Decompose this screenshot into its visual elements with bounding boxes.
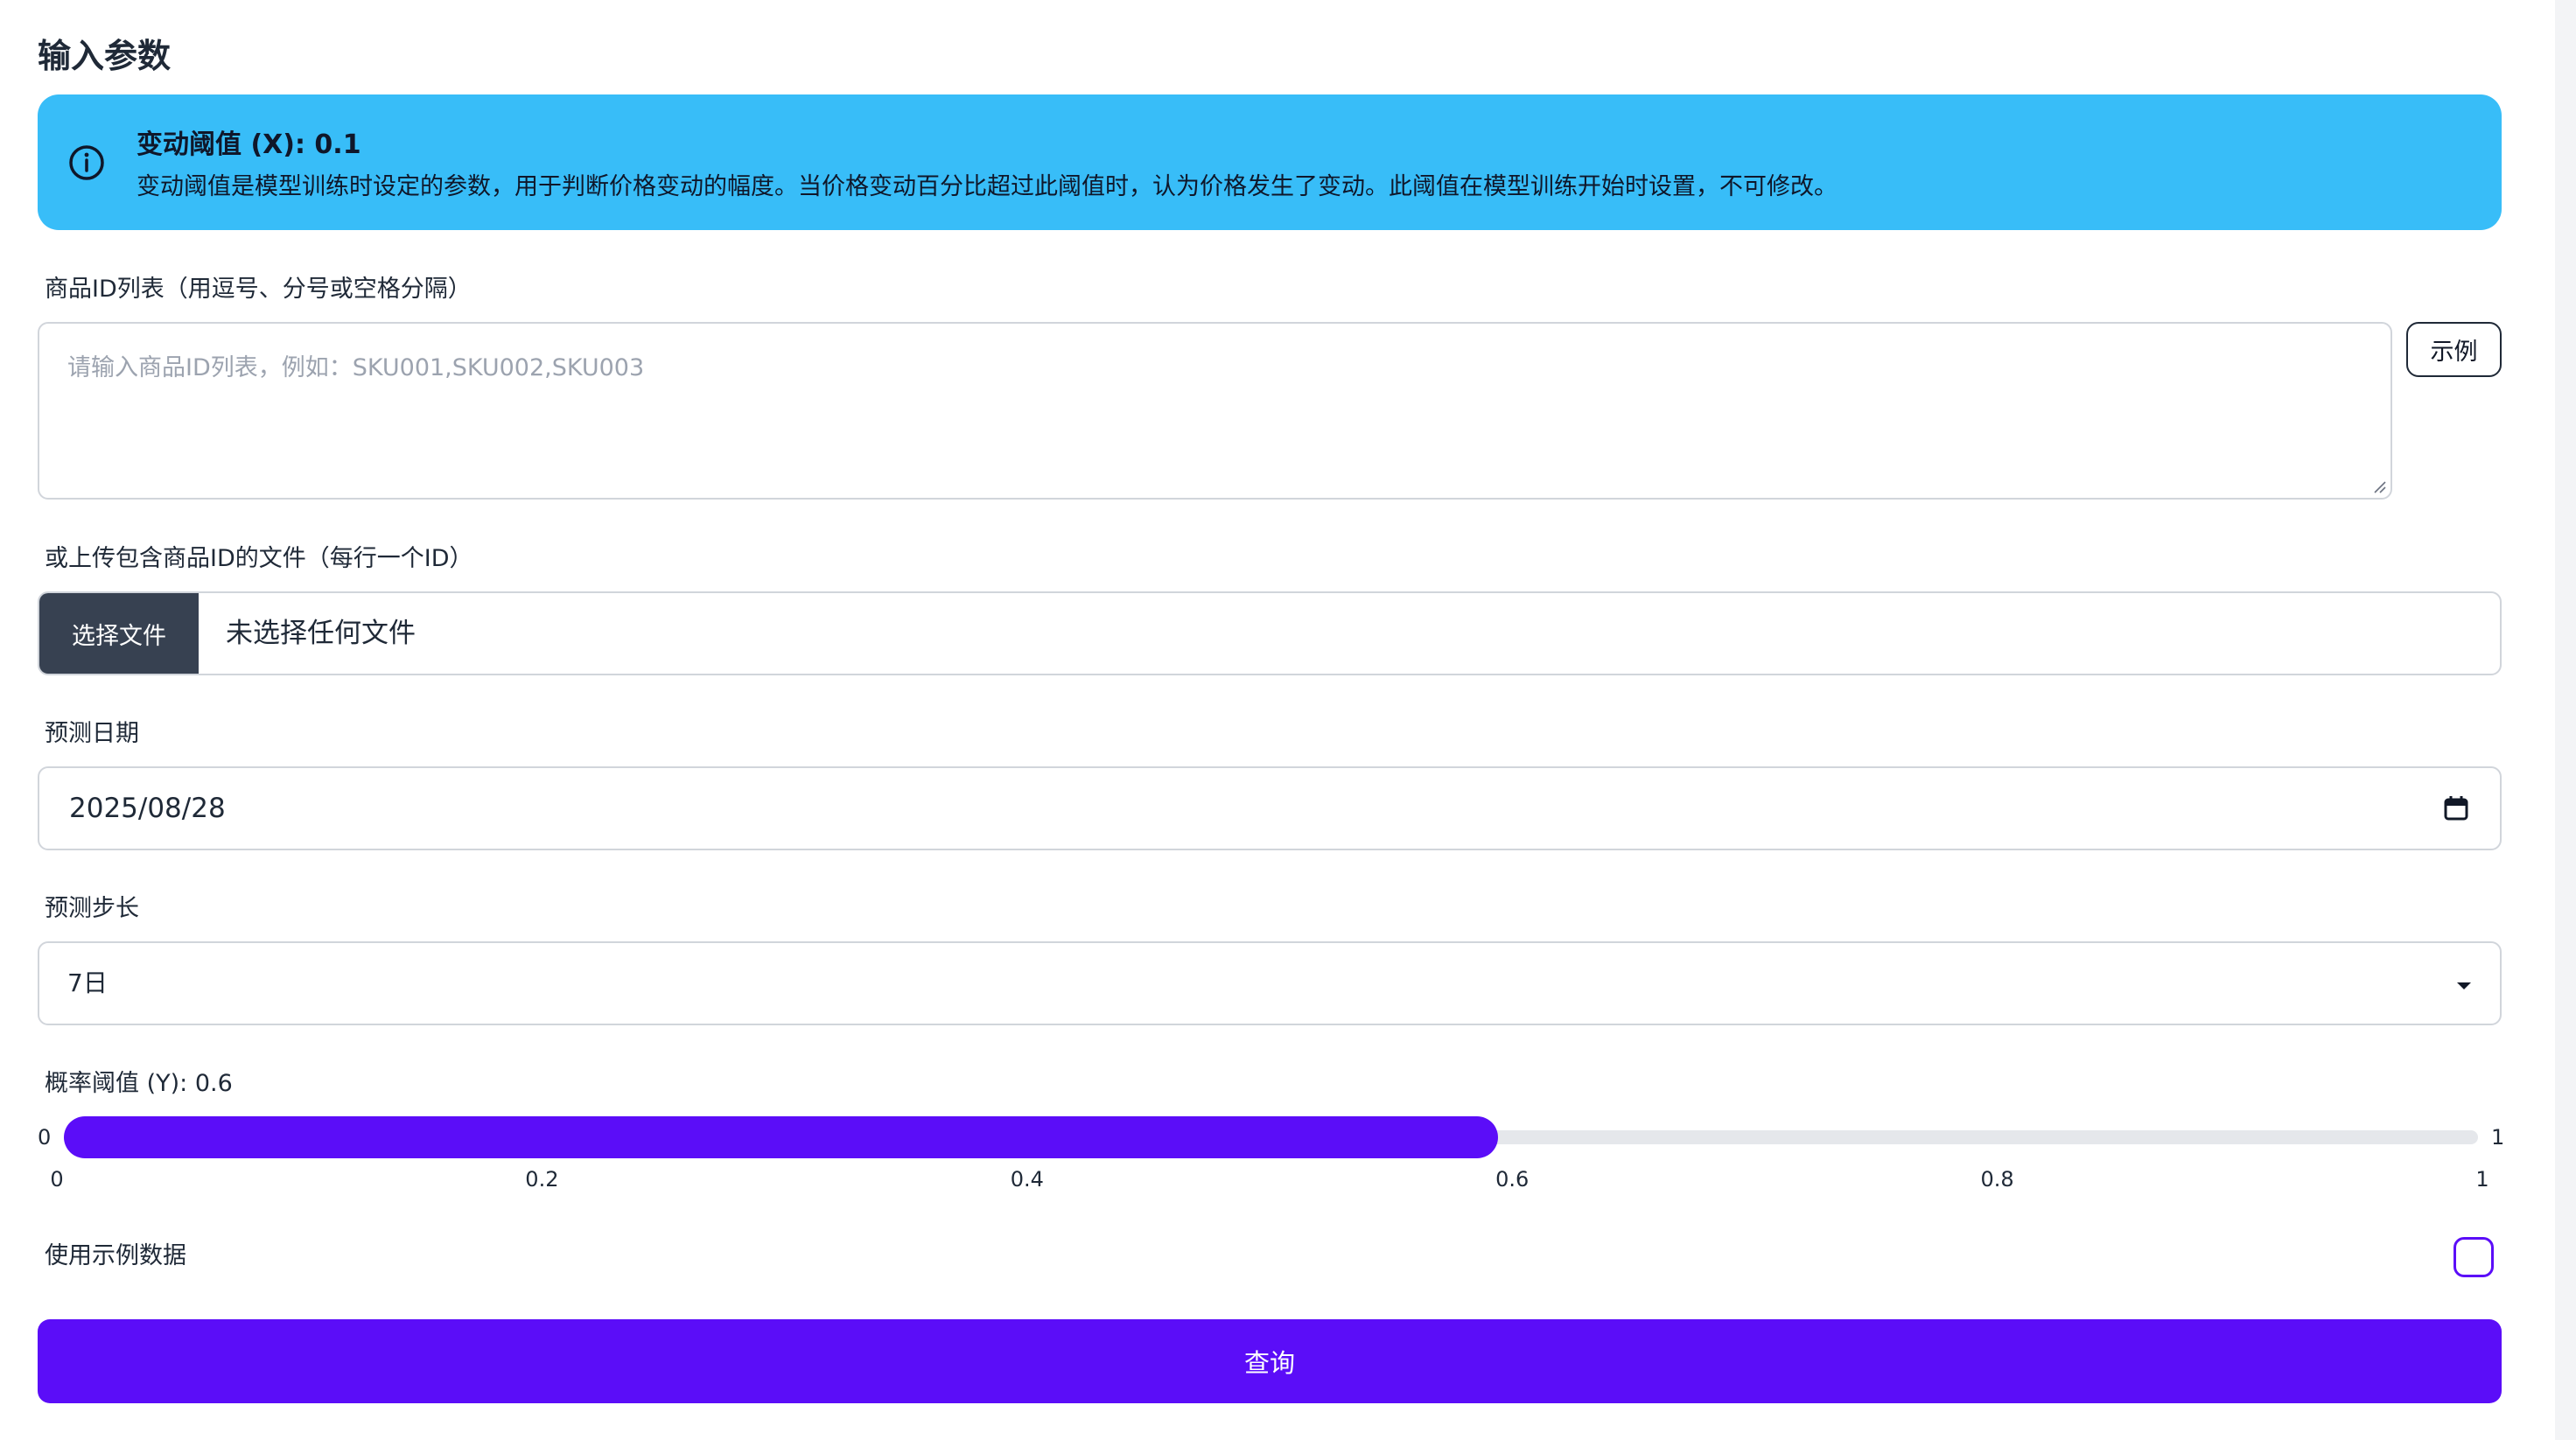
forecast-date-value: 2025/08/28 <box>69 793 226 824</box>
probability-threshold-label: 概率阈值 (Y): 0.6 <box>45 1070 233 1097</box>
calendar-icon[interactable] <box>2442 794 2470 822</box>
section-title: 输入参数 <box>38 37 172 75</box>
chevron-down-icon <box>2456 978 2472 989</box>
slider-tick-label: 0.8 <box>1980 1167 2014 1192</box>
file-status-text: 未选择任何文件 <box>226 618 416 649</box>
slider-max-label: 1 <box>2491 1125 2505 1150</box>
alert-title: 变动阈值 (X): 0.1 <box>136 129 361 160</box>
forecast-date-input[interactable]: 2025/08/28 <box>38 766 2502 850</box>
slider-min-label: 0 <box>38 1125 52 1150</box>
forecast-step-label: 预测步长 <box>45 895 139 922</box>
forecast-step-select[interactable]: 7日 <box>38 941 2502 1025</box>
slider-tick-label: 0.2 <box>525 1167 559 1192</box>
file-upload-label: 或上传包含商品ID的文件（每行一个ID） <box>45 545 473 572</box>
slider-tick-label: 0 <box>50 1167 64 1192</box>
info-circle-icon <box>67 143 106 182</box>
slider-fill[interactable] <box>64 1116 1498 1158</box>
page-scrollbar[interactable] <box>2555 0 2576 1440</box>
choose-file-button[interactable]: 选择文件 <box>39 593 199 674</box>
alert-description: 变动阈值是模型训练时设定的参数，用于判断价格变动的幅度。当价格变动百分比超过此阈… <box>136 173 1838 200</box>
use-example-label: 使用示例数据 <box>45 1242 186 1269</box>
forecast-date-label: 预测日期 <box>45 720 139 747</box>
slider-ticks: 0 0.2 0.4 0.6 0.8 1 <box>38 1167 2502 1193</box>
slider-tick-label: 0.4 <box>1010 1167 1044 1192</box>
threshold-info-alert: 变动阈值 (X): 0.1 变动阈值是模型训练时设定的参数，用于判断价格变动的幅… <box>38 94 2502 230</box>
forecast-step-value: 7日 <box>67 968 108 997</box>
resize-handle-icon[interactable] <box>2372 479 2386 493</box>
slider-tick-label: 1 <box>2475 1167 2489 1192</box>
probability-threshold-slider[interactable] <box>64 1116 2478 1158</box>
file-input[interactable]: 选择文件 未选择任何文件 <box>38 591 2502 675</box>
slider-tick-label: 0.6 <box>1495 1167 1530 1192</box>
example-button[interactable]: 示例 <box>2406 322 2502 377</box>
product-ids-textarea[interactable] <box>38 322 2392 500</box>
product-ids-label: 商品ID列表（用逗号、分号或空格分隔） <box>45 276 472 303</box>
use-example-checkbox[interactable] <box>2454 1237 2494 1277</box>
query-button[interactable]: 查询 <box>38 1319 2502 1403</box>
